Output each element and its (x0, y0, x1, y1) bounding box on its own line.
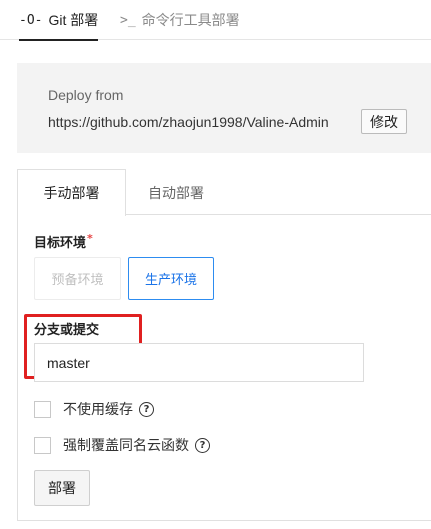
tab-cli-deploy-label: 命令行工具部署 (141, 12, 240, 28)
no-cache-label: 不使用缓存 (63, 402, 133, 418)
help-icon[interactable]: ? (195, 437, 210, 453)
tabbar-divider (125, 214, 431, 215)
tab-cli-deploy[interactable]: >_ 命令行工具部署 (120, 0, 240, 40)
required-mark: * (87, 232, 93, 245)
terminal-icon: >_ (120, 12, 136, 28)
tab-manual-deploy[interactable]: 手动部署 (17, 169, 126, 216)
override-label: 强制覆盖同名云函数 (63, 438, 189, 454)
tab-git-deploy[interactable]: -O- Git 部署 (19, 0, 99, 41)
env-production-button[interactable]: 生产环境 (128, 257, 214, 300)
no-cache-checkbox[interactable] (34, 400, 51, 418)
modify-button[interactable]: 修改 (361, 109, 407, 134)
repo-url: https://github.com/zhaojun1998/Valine-Ad… (48, 114, 329, 130)
override-checkbox[interactable] (34, 436, 51, 454)
deploy-panel: 手动部署 自动部署 目标环境* 预备环境 生产环境 分支或提交 master 不… (17, 169, 431, 521)
target-env-label-text: 目标环境 (34, 236, 87, 251)
deploy-method-tabs: -O- Git 部署 >_ 命令行工具部署 (0, 0, 431, 41)
help-icon[interactable]: ? (139, 401, 154, 417)
no-cache-option[interactable]: 不使用缓存 ? (34, 399, 154, 419)
branch-input[interactable]: master (34, 343, 364, 382)
tab-git-deploy-label: Git 部署 (48, 12, 99, 28)
override-option[interactable]: 强制覆盖同名云函数 ? (34, 435, 210, 455)
branch-label: 分支或提交 (34, 323, 100, 338)
deploy-source-box: Deploy from https://github.com/zhaojun19… (17, 63, 431, 153)
tab-auto-deploy[interactable]: 自动部署 (148, 183, 204, 203)
git-commit-icon: -O- (19, 12, 43, 28)
deploy-button[interactable]: 部署 (34, 470, 90, 506)
env-staging-button[interactable]: 预备环境 (34, 257, 121, 300)
deploy-from-label: Deploy from (48, 87, 124, 103)
target-env-label: 目标环境* (34, 232, 93, 251)
